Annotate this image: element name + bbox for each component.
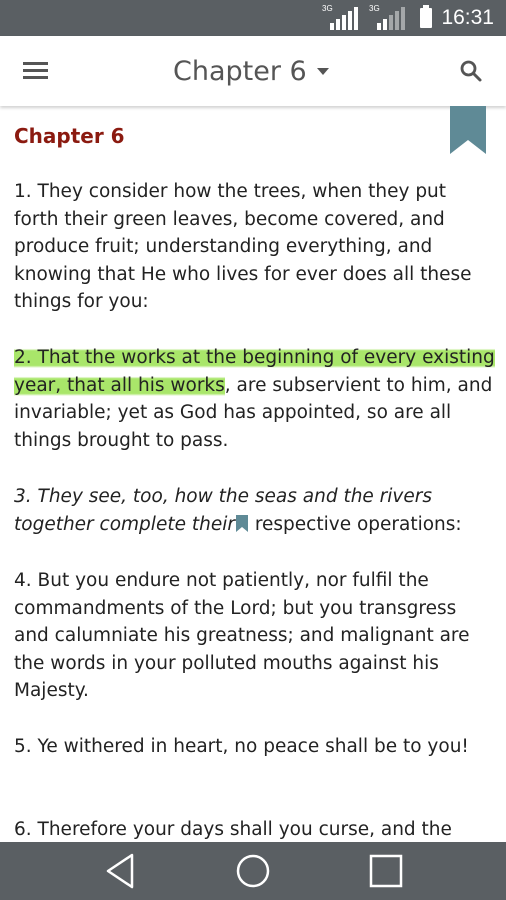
- bookmark-icon[interactable]: [450, 106, 486, 154]
- verse-6[interactable]: 6. Therefore your days shall you curse, …: [14, 816, 496, 842]
- signal-icon-2: 3G: [369, 4, 407, 30]
- signal-icon-1: 3G: [322, 4, 360, 30]
- recents-icon[interactable]: [356, 842, 416, 900]
- menu-icon[interactable]: [23, 62, 48, 80]
- reading-pane[interactable]: Chapter 6 1. They consider how the trees…: [0, 106, 506, 842]
- app-bar: Chapter 6: [0, 36, 506, 106]
- network-type-2: 3G: [369, 4, 380, 13]
- verse-3-text-rest: respective operations:: [248, 513, 462, 535]
- verse-3[interactable]: 3. They see, too, how the seas and the r…: [14, 483, 496, 538]
- status-time: 16:31: [441, 6, 494, 29]
- navigation-bar: [0, 842, 506, 900]
- verse-4[interactable]: 4. But you endure not patiently, nor ful…: [14, 567, 496, 705]
- dropdown-caret-icon: [316, 67, 329, 75]
- search-icon[interactable]: [458, 58, 484, 84]
- verse-2[interactable]: 2. That the works at the beginning of ev…: [14, 344, 496, 454]
- back-icon[interactable]: [90, 842, 150, 900]
- status-bar: 3G 3G 16:31: [0, 0, 506, 36]
- verse-5[interactable]: 5. Ye withered in heart, no peace shall …: [14, 733, 496, 761]
- chapter-heading: Chapter 6: [14, 124, 125, 148]
- page-title: Chapter 6: [173, 55, 307, 87]
- verse-1[interactable]: 1. They consider how the trees, when the…: [14, 178, 496, 316]
- chapter-selector[interactable]: Chapter 6: [173, 51, 329, 91]
- verse-bookmark-icon[interactable]: [235, 514, 248, 532]
- network-type-1: 3G: [322, 4, 333, 13]
- battery-icon: [420, 5, 432, 28]
- home-icon[interactable]: [223, 842, 283, 900]
